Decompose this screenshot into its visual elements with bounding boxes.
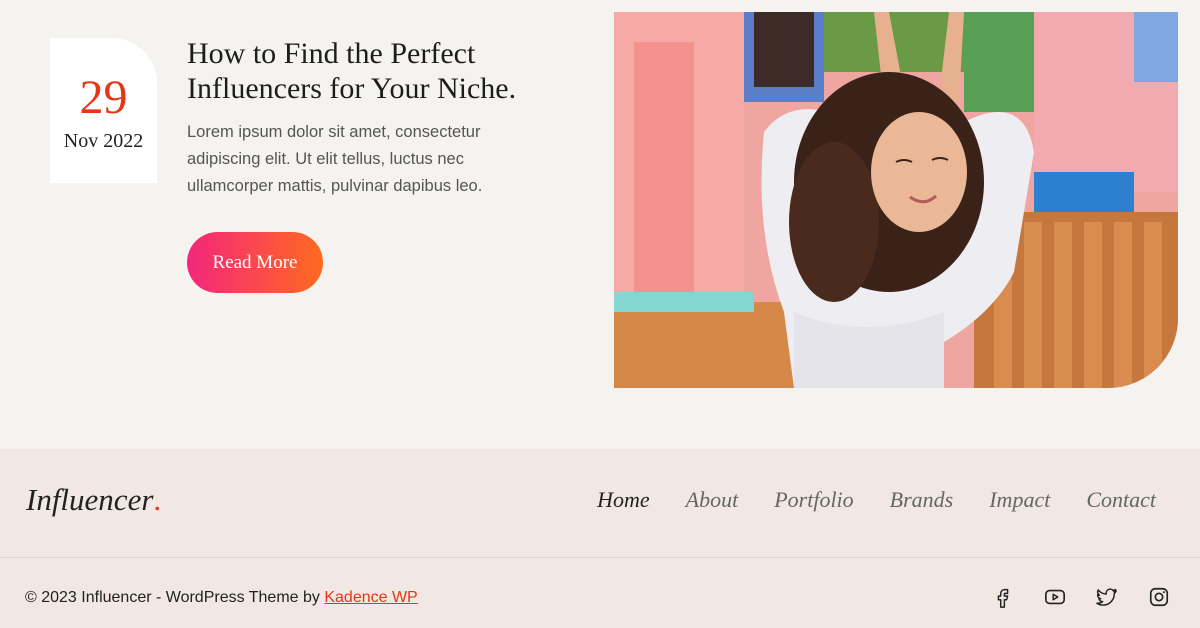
twitter-icon[interactable] (1096, 586, 1118, 608)
copyright: © 2023 Influencer - WordPress Theme by K… (25, 589, 418, 607)
nav-item-impact[interactable]: Impact (989, 487, 1050, 513)
date-badge: 29 Nov 2022 (50, 38, 157, 183)
instagram-icon[interactable] (1148, 586, 1170, 608)
date-day: 29 (79, 71, 128, 124)
nav-item-about[interactable]: About (686, 487, 739, 513)
social-links (992, 586, 1170, 608)
nav-item-brands[interactable]: Brands (890, 487, 954, 513)
photo-woman-curly-hair (614, 12, 1178, 388)
footer-nav: Home About Portfolio Brands Impact Conta… (561, 487, 1156, 513)
date-month: Nov 2022 (63, 130, 144, 152)
post-title[interactable]: How to Find the Perfect Influencers for … (187, 36, 587, 106)
post-excerpt: Lorem ipsum dolor sit amet, consectetur … (187, 123, 483, 195)
nav-item-home[interactable]: Home (597, 487, 650, 513)
kadence-wp-link[interactable]: Kadence WP (324, 589, 417, 606)
site-logo-text: Influencer (26, 482, 154, 517)
post-featured-image[interactable] (614, 12, 1178, 388)
site-logo[interactable]: Influencer. (26, 482, 161, 518)
nav-item-portfolio[interactable]: Portfolio (774, 487, 853, 513)
site-logo-dot: . (153, 482, 162, 517)
facebook-icon[interactable] (992, 586, 1014, 608)
nav-item-contact[interactable]: Contact (1086, 487, 1156, 513)
youtube-icon[interactable] (1044, 586, 1066, 608)
read-more-button[interactable]: Read More (187, 232, 323, 293)
copyright-text: © 2023 Influencer - WordPress Theme by (25, 589, 325, 606)
